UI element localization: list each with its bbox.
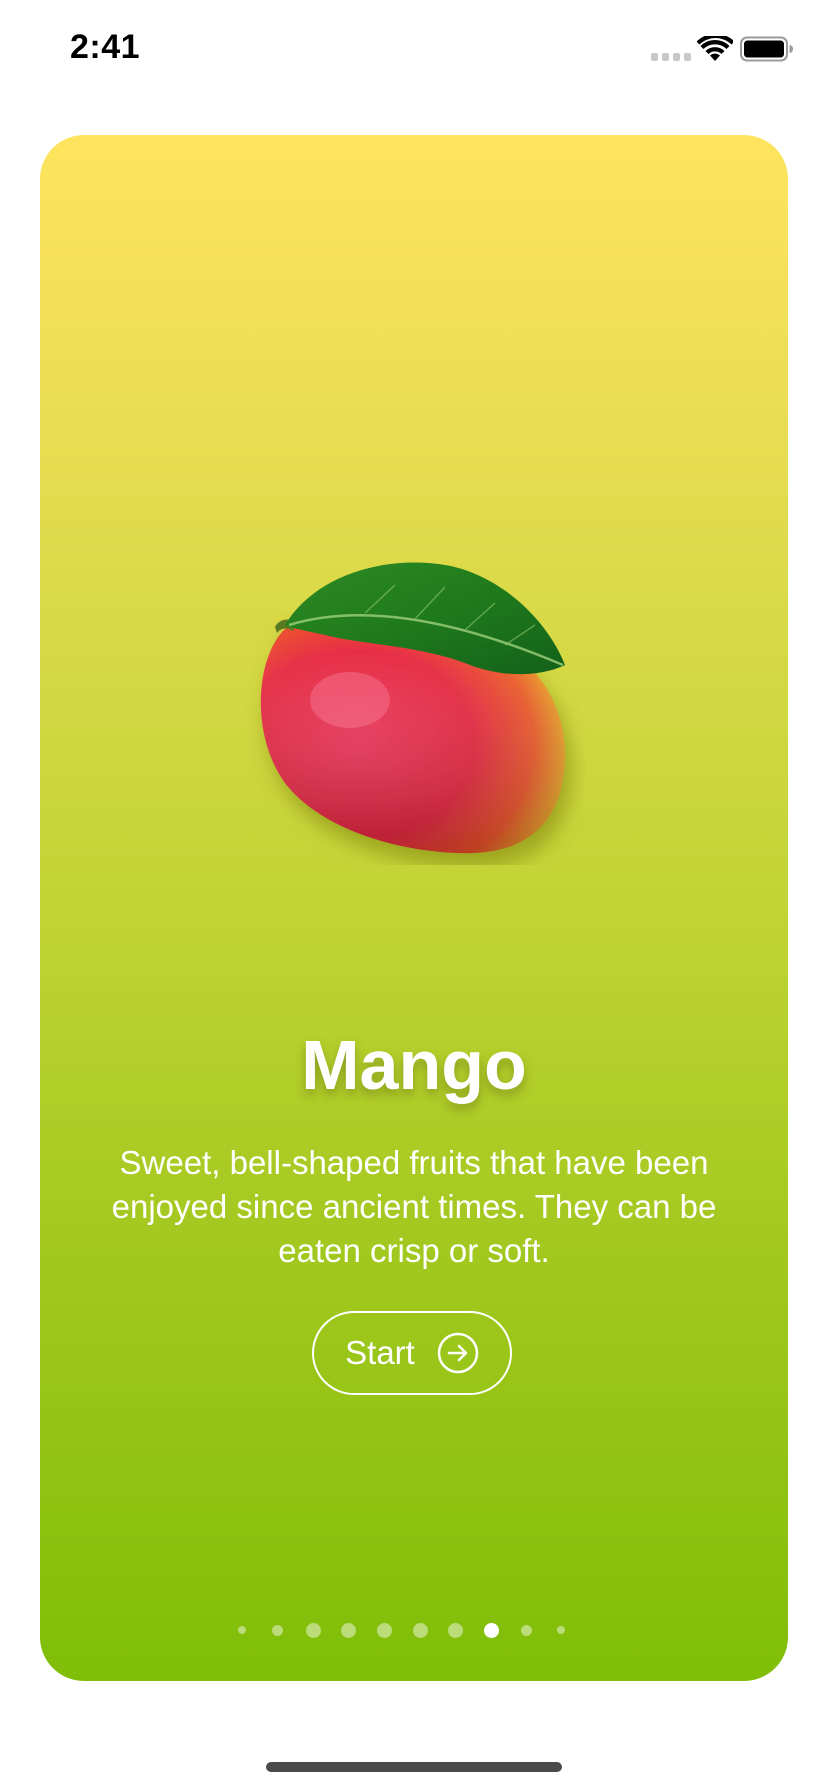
- page-dot[interactable]: [412, 1622, 428, 1638]
- start-button-label: Start: [345, 1334, 415, 1371]
- mango-image: [260, 562, 566, 854]
- arrow-right-circle-icon: [437, 1332, 479, 1374]
- onboarding-screen: 2:41 Mango Sweet, bell-shaped fruits tha…: [0, 0, 828, 1792]
- page-dot[interactable]: [271, 1624, 283, 1636]
- fruit-description: Sweet, bell-shaped fruits that have been…: [111, 1144, 717, 1269]
- status-bar: 2:41: [0, 0, 828, 100]
- home-indicator[interactable]: [266, 1762, 562, 1772]
- page-dot[interactable]: [376, 1622, 392, 1638]
- signal-icon: [651, 53, 691, 61]
- page-dot[interactable]: [520, 1624, 532, 1636]
- status-time: 2:41: [70, 28, 141, 66]
- wifi-icon: [697, 36, 733, 61]
- fruit-title: Mango: [301, 1026, 527, 1104]
- fruit-card[interactable]: Mango Sweet, bell-shaped fruits that hav…: [40, 135, 788, 1681]
- page-dot[interactable]: [557, 1626, 565, 1634]
- page-dot[interactable]: [305, 1622, 321, 1638]
- page-dot[interactable]: [447, 1622, 463, 1638]
- page-dot[interactable]: [238, 1626, 246, 1634]
- page-indicator[interactable]: [40, 1615, 788, 1645]
- battery-icon: [740, 36, 793, 62]
- page-dot-active[interactable]: [483, 1622, 499, 1638]
- start-button[interactable]: Start: [312, 1311, 512, 1395]
- page-dot[interactable]: [340, 1622, 356, 1638]
